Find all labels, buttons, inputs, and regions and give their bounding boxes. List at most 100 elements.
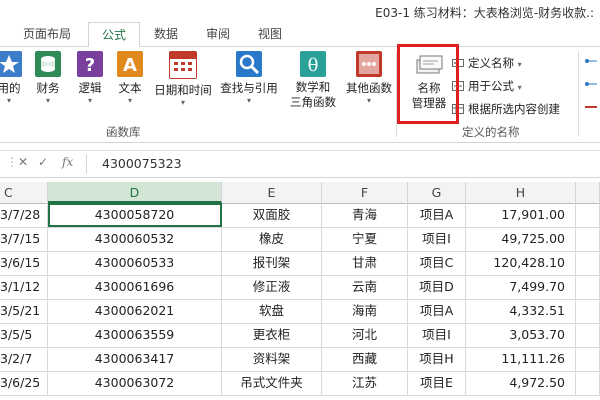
- cell-empty[interactable]: [576, 299, 600, 323]
- cell-code[interactable]: 4300060532: [48, 227, 222, 251]
- define-name-button[interactable]: 定义名称 ▾: [452, 55, 522, 71]
- more-functions-button[interactable]: 其他函数 ▾: [342, 51, 396, 105]
- cell-project[interactable]: 项目H: [408, 347, 466, 371]
- tab-formulas[interactable]: 公式: [88, 22, 140, 48]
- column-header-d[interactable]: D: [48, 182, 222, 203]
- cell-empty[interactable]: [576, 251, 600, 275]
- svg-text:?: ?: [85, 55, 95, 76]
- chevron-down-icon: ▾: [366, 96, 371, 105]
- trace-dependents-icon[interactable]: [584, 78, 598, 93]
- lookup-reference-button[interactable]: 查找与引用 ▾: [214, 51, 284, 105]
- cell-project[interactable]: 项目E: [408, 371, 466, 395]
- column-header-g[interactable]: G: [408, 182, 466, 203]
- use-in-formula-button[interactable]: 用于公式 ▾: [452, 78, 522, 94]
- svg-text:A: A: [123, 55, 137, 76]
- cell-date[interactable]: 3/6/15: [0, 251, 48, 275]
- cell-amount[interactable]: 3,053.70: [466, 323, 576, 347]
- cell-item[interactable]: 资料架: [222, 347, 322, 371]
- cell-project[interactable]: 项目C: [408, 251, 466, 275]
- cell-date[interactable]: 3/5/5: [0, 323, 48, 347]
- chevron-down-icon: ▾: [6, 96, 11, 105]
- cell-amount[interactable]: 11,111.26: [466, 347, 576, 371]
- recently-used-button[interactable]: 用的 ▾: [0, 51, 24, 105]
- cell-code[interactable]: 4300061696: [48, 275, 222, 299]
- cell-project[interactable]: 项目A: [408, 203, 466, 227]
- chevron-down-icon: ▾: [246, 96, 251, 105]
- cell-amount[interactable]: 4,332.51: [466, 299, 576, 323]
- cell-date[interactable]: 3/6/25: [0, 371, 48, 395]
- cell-region[interactable]: 西藏: [322, 347, 408, 371]
- cell-code[interactable]: 4300062021: [48, 299, 222, 323]
- cell-empty[interactable]: [576, 227, 600, 251]
- cell-empty[interactable]: [576, 347, 600, 371]
- cell-amount[interactable]: 4,972.50: [466, 371, 576, 395]
- defined-names-group-label: 定义的名称: [462, 125, 520, 139]
- column-header-i[interactable]: [576, 182, 600, 203]
- tab-data[interactable]: 数据: [144, 22, 188, 46]
- table-row: 3/7/28 4300058720 双面胶 青海 项目A 17,901.00: [0, 203, 600, 228]
- financial-button[interactable]: 财务 ▾: [30, 51, 66, 105]
- cell-item[interactable]: 更衣柜: [222, 323, 322, 347]
- cell-region[interactable]: 宁夏: [322, 227, 408, 251]
- column-header-e[interactable]: E: [222, 182, 322, 203]
- cell-item[interactable]: 报刊架: [222, 251, 322, 275]
- cell-date[interactable]: 3/5/21: [0, 299, 48, 323]
- ribbon: 用的 ▾ 财务 ▾ ? 逻辑 ▾ A 文本 ▾ 日期和时间 ▾ 查找与引用 ▾ …: [0, 47, 600, 143]
- date-time-button[interactable]: 日期和时间 ▾: [148, 51, 218, 107]
- cell-region[interactable]: 青海: [322, 203, 408, 227]
- column-header-f[interactable]: F: [322, 182, 408, 203]
- cell-amount[interactable]: 7,499.70: [466, 275, 576, 299]
- cell-date[interactable]: 3/7/15: [0, 227, 48, 251]
- insert-function-icon[interactable]: fx: [62, 155, 73, 169]
- cancel-icon[interactable]: ✕: [18, 155, 28, 169]
- cell-item[interactable]: 吊式文件夹: [222, 371, 322, 395]
- cell-date[interactable]: 3/2/7: [0, 347, 48, 371]
- math-trig-button[interactable]: θ 数学和 三角函数: [284, 51, 342, 110]
- cell-empty[interactable]: [576, 275, 600, 299]
- cell-code[interactable]: 4300058720: [48, 203, 222, 227]
- cell-amount[interactable]: 17,901.00: [466, 203, 576, 227]
- cell-region[interactable]: 甘肃: [322, 251, 408, 275]
- cell-region[interactable]: 河北: [322, 323, 408, 347]
- cell-date[interactable]: 3/1/12: [0, 275, 48, 299]
- cell-amount[interactable]: 49,725.00: [466, 227, 576, 251]
- column-header-c[interactable]: C: [0, 182, 48, 203]
- cell-code[interactable]: 4300063072: [48, 371, 222, 395]
- table-row: 3/6/15 4300060533 报刊架 甘肃 项目C 120,428.10: [0, 251, 600, 276]
- tab-view[interactable]: 视图: [248, 22, 292, 46]
- define-name-label: 定义名称: [468, 56, 514, 70]
- create-from-selection-button[interactable]: 根据所选内容创建: [452, 101, 560, 117]
- logical-button[interactable]: ? 逻辑 ▾: [72, 51, 108, 105]
- tab-page-layout[interactable]: 页面布局: [10, 22, 84, 46]
- cell-empty[interactable]: [576, 203, 600, 227]
- cell-code[interactable]: 4300060533: [48, 251, 222, 275]
- cell-region[interactable]: 云南: [322, 275, 408, 299]
- cell-item[interactable]: 双面胶: [222, 203, 322, 227]
- cell-region[interactable]: 海南: [322, 299, 408, 323]
- cell-code[interactable]: 4300063417: [48, 347, 222, 371]
- cell-project[interactable]: 项目I: [408, 227, 466, 251]
- enter-icon[interactable]: ✓: [38, 155, 48, 169]
- use-in-formula-label: 用于公式: [468, 79, 514, 93]
- tab-review[interactable]: 审阅: [196, 22, 240, 46]
- trace-precedents-icon[interactable]: [584, 55, 598, 70]
- cell-item[interactable]: 修正液: [222, 275, 322, 299]
- text-button[interactable]: A 文本 ▾: [112, 51, 148, 105]
- formula-input[interactable]: 4300075323: [102, 156, 182, 171]
- cell-project[interactable]: 项目A: [408, 299, 466, 323]
- cell-date[interactable]: 3/7/28: [0, 203, 48, 227]
- more-functions-icon: [356, 51, 382, 77]
- column-header-h[interactable]: H: [466, 182, 576, 203]
- title-bar: E03-1 练习材料：大表格浏览-财务收款.:: [0, 0, 600, 22]
- cell-project[interactable]: 项目I: [408, 323, 466, 347]
- cell-region[interactable]: 江苏: [322, 371, 408, 395]
- remove-arrows-icon[interactable]: [584, 101, 598, 116]
- cell-code[interactable]: 4300063559: [48, 323, 222, 347]
- cell-project[interactable]: 项目D: [408, 275, 466, 299]
- cell-item[interactable]: 软盘: [222, 299, 322, 323]
- cell-empty[interactable]: [576, 323, 600, 347]
- cell-empty[interactable]: [576, 371, 600, 395]
- cell-item[interactable]: 橡皮: [222, 227, 322, 251]
- question-icon: ?: [77, 51, 103, 77]
- cell-amount[interactable]: 120,428.10: [466, 251, 576, 275]
